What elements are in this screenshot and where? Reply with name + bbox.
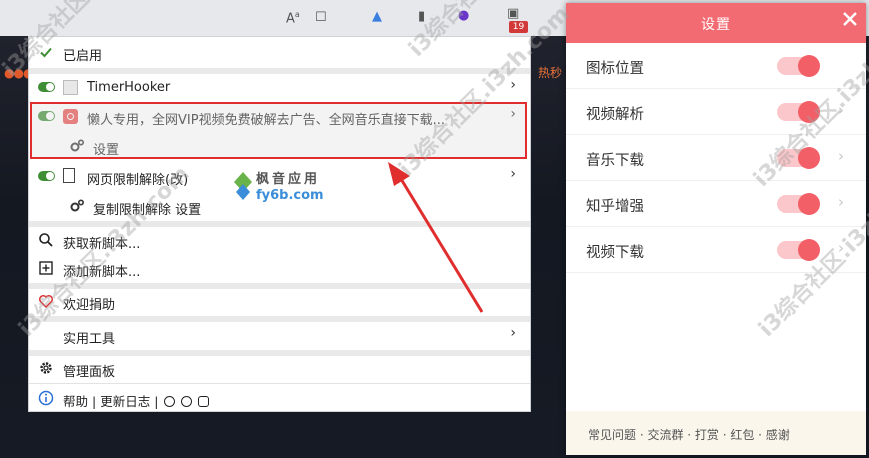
setting-label: 知乎增强 bbox=[586, 199, 644, 215]
changelog-link[interactable]: 更新日志 bbox=[100, 394, 150, 409]
script-name: TimerHooker bbox=[87, 80, 171, 95]
instagram-icon[interactable] bbox=[198, 396, 210, 407]
highlight-annotation bbox=[30, 102, 527, 159]
footer-links: 帮助 | 更新日志 | bbox=[63, 391, 210, 410]
separator: | bbox=[92, 394, 97, 409]
script-toggle[interactable] bbox=[38, 171, 55, 181]
help-link[interactable]: 帮助 bbox=[63, 394, 88, 409]
script-name: 网页限制解除(改) bbox=[87, 173, 189, 188]
copy-limit-settings-label: 复制限制解除 设置 bbox=[93, 203, 202, 218]
enabled-item[interactable]: 已启用 bbox=[29, 39, 530, 65]
chevron-right-icon[interactable]: › bbox=[510, 325, 516, 341]
chevron-right-icon[interactable]: › bbox=[510, 77, 516, 93]
panel-title: 设置 bbox=[701, 17, 731, 33]
script-item-timerhooker[interactable]: TimerHooker › bbox=[29, 74, 530, 100]
setting-row-icon-position[interactable]: 图标位置 bbox=[566, 43, 866, 89]
utilities-label: 实用工具 bbox=[63, 332, 116, 347]
chevron-right-icon[interactable]: › bbox=[838, 147, 844, 165]
gear-icon bbox=[40, 362, 52, 374]
separator: | bbox=[154, 394, 159, 409]
divider bbox=[29, 383, 530, 384]
add-tab-icon[interactable]: ☐ bbox=[315, 10, 327, 25]
watermark-logo-text: 枫音应用 bbox=[256, 172, 321, 187]
donate-label: 欢迎捐助 bbox=[63, 298, 116, 313]
setting-row-video-parse[interactable]: 视频解析 › bbox=[566, 89, 866, 135]
dashboard-label: 管理面板 bbox=[63, 365, 116, 380]
chevron-right-icon[interactable]: › bbox=[838, 193, 844, 211]
setting-label: 图标位置 bbox=[586, 61, 644, 77]
donate-item[interactable]: 欢迎捐助 bbox=[29, 288, 530, 314]
setting-row-music-download[interactable]: 音乐下载 › bbox=[566, 135, 866, 181]
get-new-script-item[interactable]: 获取新脚本... bbox=[29, 227, 530, 253]
watermark-logo: 枫音应用 fy6b.com bbox=[232, 166, 352, 206]
dashboard-item[interactable]: 管理面板 bbox=[29, 355, 530, 381]
add-new-script-item[interactable]: 添加新脚本... bbox=[29, 255, 530, 281]
leaf-logo-icon bbox=[234, 172, 252, 200]
script-count-badge: 19 bbox=[509, 21, 528, 33]
heart-icon bbox=[38, 294, 54, 309]
toggle-switch[interactable] bbox=[777, 55, 820, 77]
image-extension-icon[interactable]: ▲ bbox=[372, 9, 382, 24]
utilities-item[interactable]: 实用工具 › bbox=[29, 322, 530, 348]
enabled-label: 已启用 bbox=[63, 49, 103, 64]
page-side-text: 热秒 bbox=[538, 66, 563, 80]
toggle-switch[interactable] bbox=[777, 239, 820, 261]
script-icon bbox=[63, 80, 78, 95]
tampermonkey-menu: 已启用 TimerHooker › 懒人专用，全网VIP视频免费破解去广告、全网… bbox=[28, 36, 531, 412]
get-new-script-label: 获取新脚本... bbox=[63, 237, 141, 252]
reader-icon[interactable]: ▮ bbox=[418, 9, 425, 24]
add-new-script-label: 添加新脚本... bbox=[63, 265, 141, 280]
github-icon[interactable] bbox=[164, 396, 176, 407]
footer-links[interactable]: 常见问题 · 交流群 · 打赏 · 红包 · 感谢 bbox=[588, 426, 790, 443]
gears-icon bbox=[70, 199, 85, 212]
settings-panel: 设置 图标位置 视频解析 › 音乐下载 › 知乎增强 › 视频下载 › 常见问题… bbox=[566, 3, 866, 455]
close-icon[interactable] bbox=[841, 10, 859, 28]
read-aloud-icon[interactable]: Aa bbox=[286, 10, 300, 26]
setting-row-zhihu-enhance[interactable]: 知乎增强 › bbox=[566, 181, 866, 227]
extension-icon[interactable]: ● bbox=[458, 8, 469, 23]
document-icon bbox=[63, 168, 75, 183]
chevron-right-icon[interactable]: › bbox=[510, 166, 516, 182]
footer-row: 帮助 | 更新日志 | bbox=[29, 385, 530, 411]
setting-label: 视频解析 bbox=[586, 107, 644, 123]
toggle-switch[interactable] bbox=[777, 147, 820, 169]
check-icon bbox=[40, 47, 52, 58]
plus-box-icon bbox=[39, 261, 53, 275]
tampermonkey-icon[interactable]: ▣ bbox=[507, 6, 519, 21]
setting-label: 视频下载 bbox=[586, 245, 644, 261]
setting-row-video-download[interactable]: 视频下载 › bbox=[566, 227, 866, 273]
toggle-switch[interactable] bbox=[777, 193, 820, 215]
script-toggle[interactable] bbox=[38, 82, 55, 92]
panel-header: 设置 bbox=[566, 3, 866, 43]
info-icon bbox=[38, 390, 54, 406]
facebook-icon[interactable] bbox=[181, 396, 193, 407]
search-icon bbox=[39, 233, 53, 247]
toggle-switch[interactable] bbox=[777, 101, 820, 123]
watermark-logo-domain: fy6b.com bbox=[256, 188, 324, 203]
chevron-right-icon[interactable]: › bbox=[838, 239, 844, 257]
setting-label: 音乐下载 bbox=[586, 153, 644, 169]
chevron-right-icon[interactable]: › bbox=[838, 101, 844, 119]
panel-footer: 常见问题 · 交流群 · 打赏 · 红包 · 感谢 bbox=[566, 411, 866, 455]
